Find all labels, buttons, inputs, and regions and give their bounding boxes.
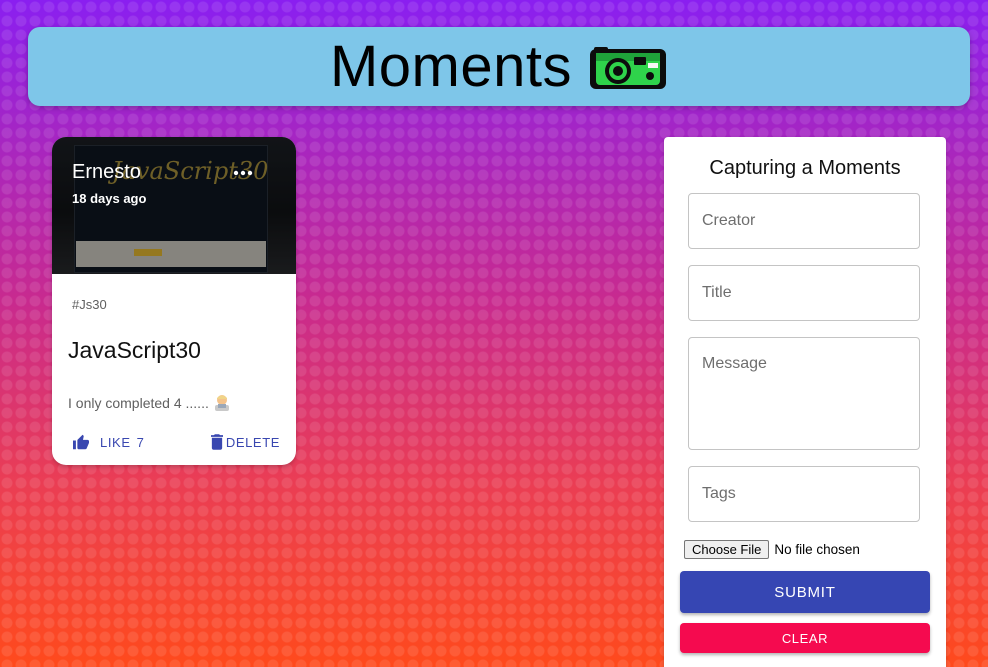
post-message: I only completed 4 ......	[68, 393, 231, 414]
app-title: Moments	[329, 34, 572, 99]
post-creator: Ernesto	[72, 161, 141, 183]
post-card: JavaScript30 Ernesto 18 days ago #Js30 J…	[52, 137, 296, 465]
post-image: JavaScript30 Ernesto 18 days ago	[52, 137, 296, 274]
delete-label: DELETE	[225, 434, 280, 450]
file-input: Choose File No file chosen	[684, 540, 860, 559]
thumb-up-icon	[72, 434, 90, 450]
message-input[interactable]	[688, 337, 920, 450]
app-header: Moments	[28, 27, 970, 106]
camera-icon	[588, 43, 668, 91]
trash-icon	[210, 434, 223, 450]
delete-button[interactable]: DELETE	[210, 434, 280, 450]
post-timestamp: 18 days ago	[72, 191, 147, 206]
man-technologist-emoji	[213, 393, 231, 414]
title-input[interactable]	[688, 265, 920, 321]
post-actions: LIKE 7 DELETE	[72, 430, 280, 454]
file-status: No file chosen	[774, 542, 860, 557]
choose-file-button[interactable]: Choose File	[684, 540, 770, 559]
like-count: 7	[136, 434, 145, 450]
form-title: Capturing a Moments	[709, 157, 901, 179]
submit-button[interactable]: SUBMIT	[680, 571, 930, 613]
post-message-text: I only completed 4 ......	[68, 395, 209, 411]
post-tags: #Js30	[72, 297, 107, 312]
like-button[interactable]: LIKE 7	[72, 434, 144, 450]
like-label: LIKE	[100, 434, 131, 450]
post-form: Capturing a Moments Choose File No file …	[664, 137, 946, 667]
more-horiz-icon[interactable]	[233, 165, 253, 176]
clear-button[interactable]: CLEAR	[680, 623, 930, 653]
creator-input[interactable]	[688, 193, 920, 249]
tags-input[interactable]	[688, 466, 920, 522]
post-title: JavaScript30	[68, 337, 201, 363]
